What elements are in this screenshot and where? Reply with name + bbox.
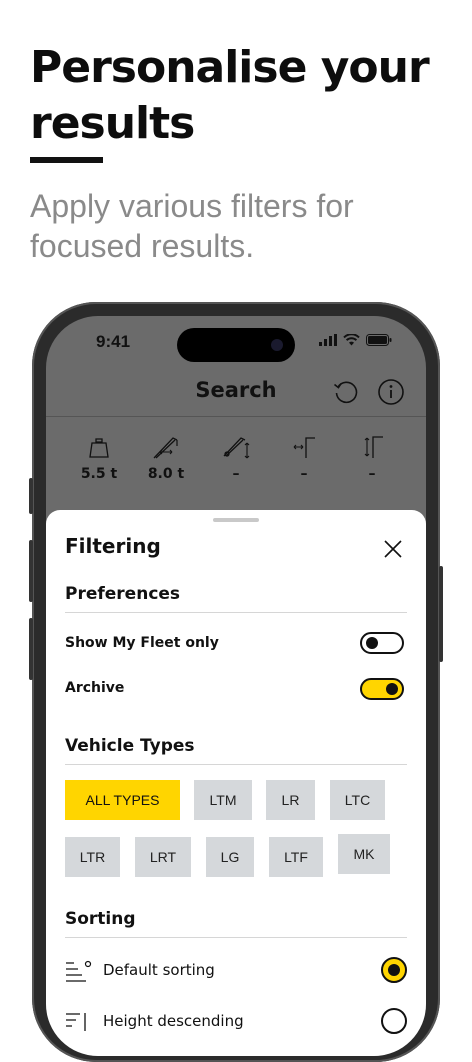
section-vehicle-types: Vehicle Types (65, 736, 195, 756)
stat-height-value: – (368, 466, 376, 482)
phone-volume-up-button (29, 540, 33, 602)
stat-boom-load-value: 8.0 t (147, 466, 185, 482)
chip-ltm[interactable]: LTM (194, 780, 252, 820)
section-sorting: Sorting (65, 909, 136, 929)
chip-ltr[interactable]: LTR (65, 837, 120, 877)
chip-ltf[interactable]: LTF (269, 837, 323, 877)
battery-icon (366, 334, 392, 346)
stat-boom-load[interactable]: 8.0 t (136, 434, 196, 482)
camera-icon (271, 339, 283, 351)
chip-mk[interactable]: MK (338, 834, 390, 874)
weight-icon (89, 438, 109, 458)
wifi-icon (343, 334, 360, 346)
section-divider (65, 612, 407, 613)
stat-weight[interactable]: 5.5 t (69, 434, 129, 482)
stat-height[interactable]: – (342, 434, 402, 482)
chip-lr[interactable]: LR (266, 780, 315, 820)
my-fleet-toggle[interactable] (360, 632, 404, 654)
promo-subline: Apply various filters for focused result… (30, 188, 354, 264)
stat-boom-height[interactable]: – (206, 434, 266, 482)
sort-label: Height descending (103, 1012, 244, 1030)
boom-load-icon (153, 437, 178, 459)
sort-option-default[interactable]: Default sorting (65, 956, 407, 984)
section-preferences: Preferences (65, 584, 181, 604)
reset-icon[interactable] (332, 378, 360, 406)
nav-divider (46, 416, 426, 417)
status-icons (319, 334, 392, 346)
radio-dot (388, 964, 400, 976)
info-icon[interactable] (377, 378, 405, 406)
stat-radius[interactable]: – (274, 434, 334, 482)
phone-screen: 9:41 Search 5.5 t 8.0 t – – – Filtering … (46, 316, 426, 1056)
toggle-knob (366, 637, 378, 649)
chip-lg[interactable]: LG (206, 837, 254, 877)
dynamic-island (177, 328, 295, 362)
boom-height-icon (223, 437, 250, 459)
sort-label: Default sorting (103, 961, 215, 979)
phone-action-button (29, 478, 33, 514)
section-divider (65, 937, 407, 938)
default-sort-icon (66, 960, 92, 982)
sheet-title: Filtering (65, 534, 161, 558)
height-icon (364, 436, 383, 458)
pref-my-fleet-label: Show My Fleet only (65, 635, 219, 651)
stat-boom-height-value: – (232, 466, 240, 482)
nav-title: Search (195, 378, 277, 402)
promo-headline: Personalise your results (30, 42, 430, 149)
signal-icon (319, 334, 337, 346)
phone-power-button (439, 566, 443, 662)
headline-underline (30, 157, 103, 163)
filter-sheet: Filtering Preferences Show My Fleet only… (46, 510, 426, 1056)
sort-radio[interactable] (381, 1008, 407, 1034)
height-descending-icon (66, 1013, 86, 1031)
toggle-knob (386, 683, 398, 695)
status-time: 9:41 (96, 332, 131, 351)
sort-option-height-desc[interactable]: Height descending (65, 1007, 407, 1035)
chip-lrt[interactable]: LRT (135, 837, 191, 877)
stat-weight-value: 5.5 t (80, 466, 118, 482)
section-divider (65, 764, 407, 765)
sheet-grabber[interactable] (213, 518, 259, 522)
stat-radius-value: – (300, 466, 308, 482)
phone-volume-down-button (29, 618, 33, 680)
sort-radio-selected[interactable] (381, 957, 407, 983)
pref-archive-label: Archive (65, 680, 125, 696)
radius-icon (293, 437, 315, 458)
archive-toggle[interactable] (360, 678, 404, 700)
chip-ltc[interactable]: LTC (330, 780, 385, 820)
close-icon[interactable] (384, 540, 402, 558)
chip-all-types[interactable]: ALL TYPES (65, 780, 180, 820)
